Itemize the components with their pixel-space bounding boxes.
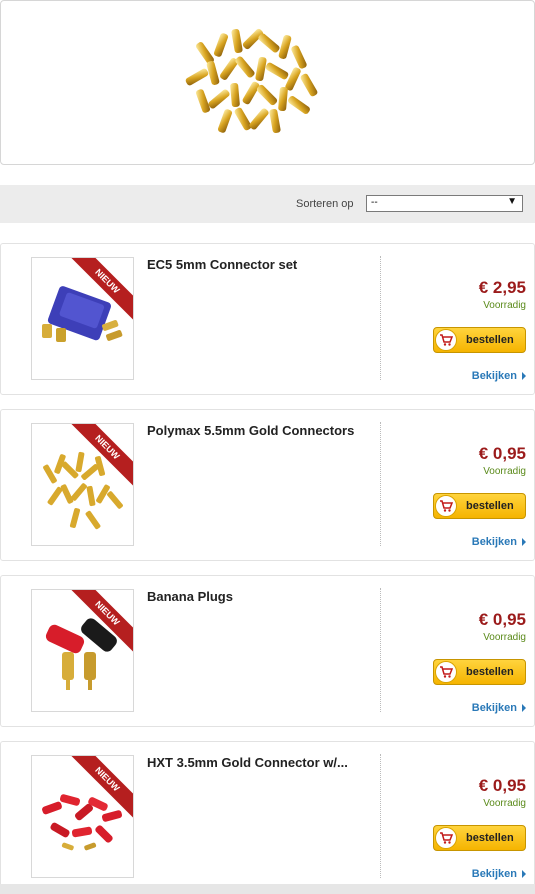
order-button[interactable]: bestellen bbox=[433, 327, 526, 353]
cart-icon bbox=[435, 495, 457, 517]
dropdown-arrow-icon: ▼ bbox=[507, 196, 517, 207]
banana-plugs-image bbox=[45, 618, 117, 690]
stock-status: Voorradig bbox=[483, 466, 526, 477]
product-thumbnail[interactable]: NIEUW bbox=[31, 755, 134, 878]
order-label: bestellen bbox=[466, 666, 514, 678]
next-card-edge bbox=[0, 884, 535, 894]
view-link[interactable]: Bekijken bbox=[472, 536, 526, 548]
arrow-right-icon bbox=[522, 538, 526, 547]
gold-connectors-pile-image bbox=[185, 28, 318, 134]
product-card: NIEUW EC5 5mm Connector set € 2,95 Voorr… bbox=[0, 243, 535, 395]
order-button[interactable]: bestellen bbox=[433, 825, 526, 851]
arrow-right-icon bbox=[522, 870, 526, 879]
sort-selected-value: -- bbox=[371, 197, 378, 208]
divider bbox=[380, 422, 381, 546]
gold-connectors-image bbox=[43, 451, 123, 530]
order-button[interactable]: bestellen bbox=[433, 493, 526, 519]
product-thumbnail[interactable]: NIEUW bbox=[31, 257, 134, 380]
arrow-right-icon bbox=[522, 704, 526, 713]
divider bbox=[380, 754, 381, 878]
product-title[interactable]: Banana Plugs bbox=[147, 589, 233, 604]
order-label: bestellen bbox=[466, 334, 514, 346]
product-price: € 0,95 bbox=[478, 610, 526, 629]
divider bbox=[380, 256, 381, 380]
view-link[interactable]: Bekijken bbox=[472, 702, 526, 714]
order-label: bestellen bbox=[466, 832, 514, 844]
product-card: NIEUW Banana Plugs € 0,95 Voorradig best… bbox=[0, 575, 535, 727]
order-label: bestellen bbox=[466, 500, 514, 512]
cart-icon bbox=[435, 329, 457, 351]
sort-select[interactable]: -- ▼ bbox=[366, 195, 523, 212]
ec5-connector-image bbox=[42, 286, 123, 342]
product-thumbnail[interactable]: NIEUW bbox=[31, 423, 134, 546]
product-title[interactable]: HXT 3.5mm Gold Connector w/... bbox=[147, 755, 348, 770]
sort-label: Sorteren op bbox=[296, 198, 354, 210]
product-title[interactable]: Polymax 5.5mm Gold Connectors bbox=[147, 423, 354, 438]
product-price: € 2,95 bbox=[478, 278, 526, 297]
sort-bar: Sorteren op -- ▼ bbox=[0, 185, 535, 223]
arrow-right-icon bbox=[522, 372, 526, 381]
order-button[interactable]: bestellen bbox=[433, 659, 526, 685]
view-link-label: Bekijken bbox=[471, 536, 517, 548]
view-link-label: Bekijken bbox=[471, 868, 517, 880]
stock-status: Voorradig bbox=[483, 632, 526, 643]
view-link[interactable]: Bekijken bbox=[472, 370, 526, 382]
view-link-label: Bekijken bbox=[471, 702, 517, 714]
product-title[interactable]: EC5 5mm Connector set bbox=[147, 257, 297, 272]
stock-status: Voorradig bbox=[483, 798, 526, 809]
cart-icon bbox=[435, 827, 457, 849]
hero-image-box bbox=[0, 0, 535, 165]
cart-icon bbox=[435, 661, 457, 683]
product-card: NIEUW Polymax 5.5mm Gold Connectors € 0,… bbox=[0, 409, 535, 561]
view-link-label: Bekijken bbox=[471, 370, 517, 382]
product-thumbnail[interactable]: NIEUW bbox=[31, 589, 134, 712]
view-link[interactable]: Bekijken bbox=[472, 868, 526, 880]
product-card: NIEUW HXT 3.5mm Gold Connector w/... € 0… bbox=[0, 741, 535, 893]
hxt-connectors-image bbox=[42, 794, 123, 851]
product-price: € 0,95 bbox=[478, 776, 526, 795]
product-price: € 0,95 bbox=[478, 444, 526, 463]
divider bbox=[380, 588, 381, 712]
stock-status: Voorradig bbox=[483, 300, 526, 311]
